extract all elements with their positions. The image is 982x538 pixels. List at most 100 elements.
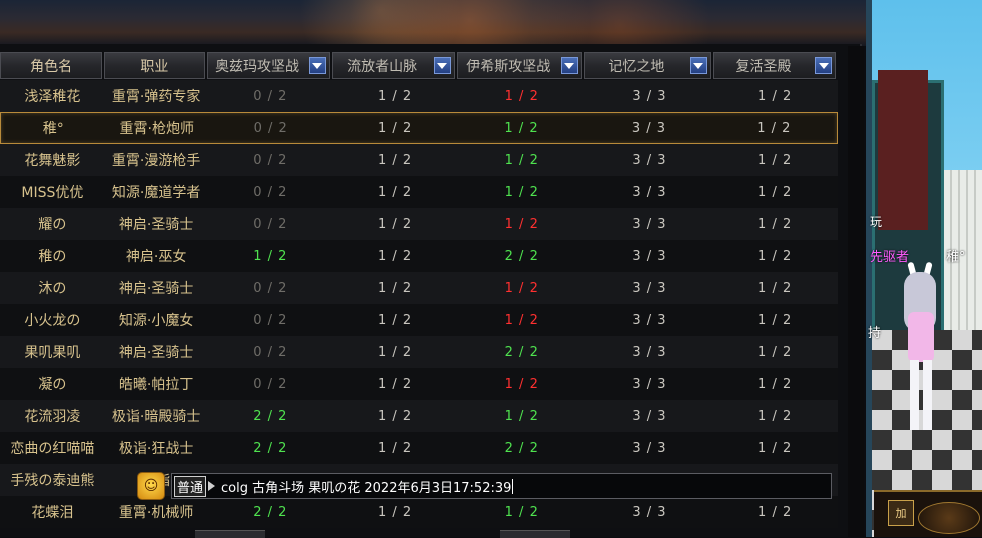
character-list: 浅泽稚花 重霄·弹药专家 0 / 2 1 / 2 1 / 2 3 / 3 1 / 2 稚° 重霄… — [0, 80, 838, 528]
dungeon-count-cell: 1 / 2 — [377, 152, 413, 168]
table-row[interactable]: 小火龙の 知源·小魔女 0 / 2 1 / 2 1 / 2 3 / 3 1 / 2 — [0, 304, 838, 336]
dropdown-arrow-icon[interactable] — [689, 57, 707, 74]
dropdown-arrow-icon[interactable] — [433, 57, 451, 74]
dungeon-count-cell: 1 / 2 — [504, 120, 539, 136]
dungeon-count-cell: 3 / 3 — [632, 440, 667, 456]
dungeon-count-cell: 2 / 2 — [253, 504, 288, 520]
dungeon-count-cell: 0 / 2 — [253, 344, 288, 360]
dungeon-count-cell: 1 / 2 — [504, 408, 539, 424]
column-header-memory-land[interactable]: 记忆之地 — [583, 52, 711, 79]
dungeon-count-cell: 1 / 2 — [377, 312, 413, 328]
character-job: 神启·圣骑士 — [118, 217, 194, 233]
player-character[interactable] — [896, 261, 946, 432]
dungeon-count-cell: 3 / 3 — [632, 376, 667, 392]
hud-button[interactable]: 加 — [888, 500, 914, 526]
dungeon-count-cell: 3 / 3 — [632, 88, 667, 104]
dungeon-count-cell: 1 / 2 — [504, 376, 539, 392]
character-name: 花舞魅影 — [24, 153, 81, 169]
dungeon-count-cell: 1 / 2 — [504, 184, 539, 200]
character-name: 凝の — [38, 377, 67, 393]
column-header-name: 角色名 — [0, 52, 103, 79]
text-caret — [512, 478, 514, 494]
dungeon-count-cell: 0 / 2 — [253, 312, 288, 328]
column-header-isis[interactable]: 伊希斯攻坚战 — [456, 52, 582, 79]
dungeon-count-cell: 1 / 2 — [377, 216, 413, 232]
dungeon-count-cell: 3 / 3 — [632, 184, 667, 200]
table-row[interactable]: 浅泽稚花 重霄·弹药专家 0 / 2 1 / 2 1 / 2 3 / 3 1 / 2 — [0, 80, 838, 112]
character-name: 稚の — [38, 249, 67, 265]
dungeon-count-cell: 1 / 2 — [758, 312, 793, 328]
dropdown-arrow-icon[interactable] — [815, 57, 833, 74]
character-job: 重霄·漫游枪手 — [111, 153, 201, 169]
character-job: 重霄·机械师 — [118, 505, 194, 521]
hud-orb[interactable] — [918, 502, 980, 534]
game-scene: 玩 先驱者 稚° 持 加 — [866, 0, 982, 537]
dungeon-count-cell: 0 / 2 — [253, 376, 288, 392]
dungeon-count-cell: 2 / 2 — [504, 440, 539, 456]
character-name: 手残の泰迪熊 — [10, 473, 95, 489]
table-row[interactable]: 凝の 皓曦·帕拉丁 0 / 2 1 / 2 1 / 2 3 / 3 1 / 2 — [0, 368, 838, 400]
dungeon-count-cell: 1 / 2 — [504, 152, 539, 168]
column-header-label: 复活圣殿 — [735, 58, 792, 75]
table-row[interactable]: MISS优优 知源·魔道学者 0 / 2 1 / 2 1 / 2 3 / 3 1 / 2 — [0, 176, 838, 208]
character-job: 神启·圣骑士 — [118, 345, 194, 361]
player-name-tag: 稚° — [946, 250, 966, 265]
dungeon-count-cell: 2 / 2 — [504, 344, 539, 360]
dropdown-arrow-icon[interactable] — [308, 57, 326, 74]
chat-bar: ☺ 普通 colg 古角斗场 果叽の花 2022年6月3日17:52:39 — [137, 472, 832, 500]
dungeon-count-cell: 3 / 3 — [632, 408, 667, 424]
dropdown-arrow-icon[interactable] — [560, 57, 578, 74]
dungeon-count-cell: 1 / 2 — [504, 280, 539, 296]
dungeon-count-cell: 3 / 3 — [632, 504, 667, 520]
dungeon-count-cell: 0 / 2 — [253, 184, 288, 200]
table-row[interactable]: 花流羽凌 极诣·暗殿骑士 2 / 2 1 / 2 1 / 2 3 / 3 1 / 2 — [0, 400, 838, 432]
column-header-exile-mountains[interactable]: 流放者山脉 — [331, 52, 455, 79]
dungeon-count-cell: 3 / 3 — [632, 280, 667, 296]
character-name: 恋曲の红喵喵 — [10, 441, 95, 457]
dungeon-count-cell: 1 / 2 — [377, 408, 413, 424]
character-job: 神启·圣骑士 — [118, 281, 194, 297]
table-row[interactable]: 沐の 神启·圣骑士 0 / 2 1 / 2 1 / 2 3 / 3 1 / 2 — [0, 272, 838, 304]
dungeon-count-cell: 1 / 2 — [758, 440, 793, 456]
column-header-label: 角色名 — [30, 58, 73, 75]
emoji-icon[interactable]: ☺ — [137, 472, 165, 500]
table-row[interactable]: 花蝶泪 重霄·机械师 2 / 2 1 / 2 1 / 2 3 / 3 1 / 2 — [0, 496, 838, 528]
dungeon-count-cell: 1 / 2 — [377, 280, 413, 296]
table-row[interactable]: 稚の 神启·巫女 1 / 2 1 / 2 2 / 2 3 / 3 1 / 2 — [0, 240, 838, 272]
character-job: 知源·魔道学者 — [111, 185, 201, 201]
character-job: 皓曦·帕拉丁 — [118, 377, 194, 393]
column-header-ozma[interactable]: 奥兹玛攻坚战 — [206, 52, 330, 79]
table-row[interactable]: 耀の 神启·圣骑士 0 / 2 1 / 2 1 / 2 3 / 3 1 / 2 — [0, 208, 838, 240]
table-row[interactable]: 稚° 重霄·枪炮师 0 / 2 1 / 2 1 / 2 3 / 3 1 / 2 — [0, 112, 838, 144]
character-name: 花蝶泪 — [31, 505, 74, 521]
table-row[interactable]: 果叽果叽 神启·圣骑士 0 / 2 1 / 2 2 / 2 3 / 3 1 / 2 — [0, 336, 838, 368]
dungeon-count-cell: 1 / 2 — [504, 216, 539, 232]
dungeon-count-cell: 1 / 2 — [504, 88, 539, 104]
table-header: 角色名 职业 奥兹玛攻坚战 流放者山脉 伊希斯攻坚战 记忆之地 复活圣殿 — [0, 52, 838, 79]
dungeon-count-cell: 1 / 2 — [758, 216, 793, 232]
dungeon-count-cell: 1 / 2 — [758, 248, 793, 264]
dungeon-count-cell: 1 / 2 — [377, 248, 413, 264]
character-name: 小火龙の — [24, 313, 81, 329]
column-header-label: 职业 — [140, 58, 169, 75]
channel-arrow-icon[interactable] — [208, 481, 216, 491]
dungeon-count-cell: 3 / 3 — [632, 216, 667, 232]
table-row[interactable]: 恋曲の红喵喵 极诣·狂战士 2 / 2 1 / 2 2 / 2 3 / 3 1 / 2 — [0, 432, 838, 464]
chat-input[interactable]: 普通 colg 古角斗场 果叽の花 2022年6月3日17:52:39 — [171, 473, 832, 499]
dungeon-count-cell: 1 / 2 — [377, 440, 413, 456]
column-header-label: 伊希斯攻坚战 — [466, 58, 551, 75]
character-name: MISS优优 — [21, 185, 84, 201]
character-name: 稚° — [42, 121, 64, 137]
dungeon-count-cell: 3 / 3 — [631, 120, 666, 136]
column-header-label: 记忆之地 — [608, 58, 665, 75]
chat-channel-selector[interactable]: 普通 — [174, 475, 207, 497]
dungeon-count-cell: 1 / 2 — [377, 504, 413, 520]
character-job: 极诣·暗殿骑士 — [111, 409, 201, 425]
table-row[interactable]: 花舞魅影 重霄·漫游枪手 0 / 2 1 / 2 1 / 2 3 / 3 1 / 2 — [0, 144, 838, 176]
dungeon-count-cell: 1 / 2 — [758, 184, 793, 200]
scene-text-tag-2: 持 — [868, 326, 882, 341]
dungeon-count-cell: 3 / 3 — [632, 248, 667, 264]
dungeon-count-cell: 2 / 2 — [504, 248, 539, 264]
column-header-resurrection-temple[interactable]: 复活圣殿 — [712, 52, 837, 79]
character-job: 知源·小魔女 — [118, 313, 194, 329]
